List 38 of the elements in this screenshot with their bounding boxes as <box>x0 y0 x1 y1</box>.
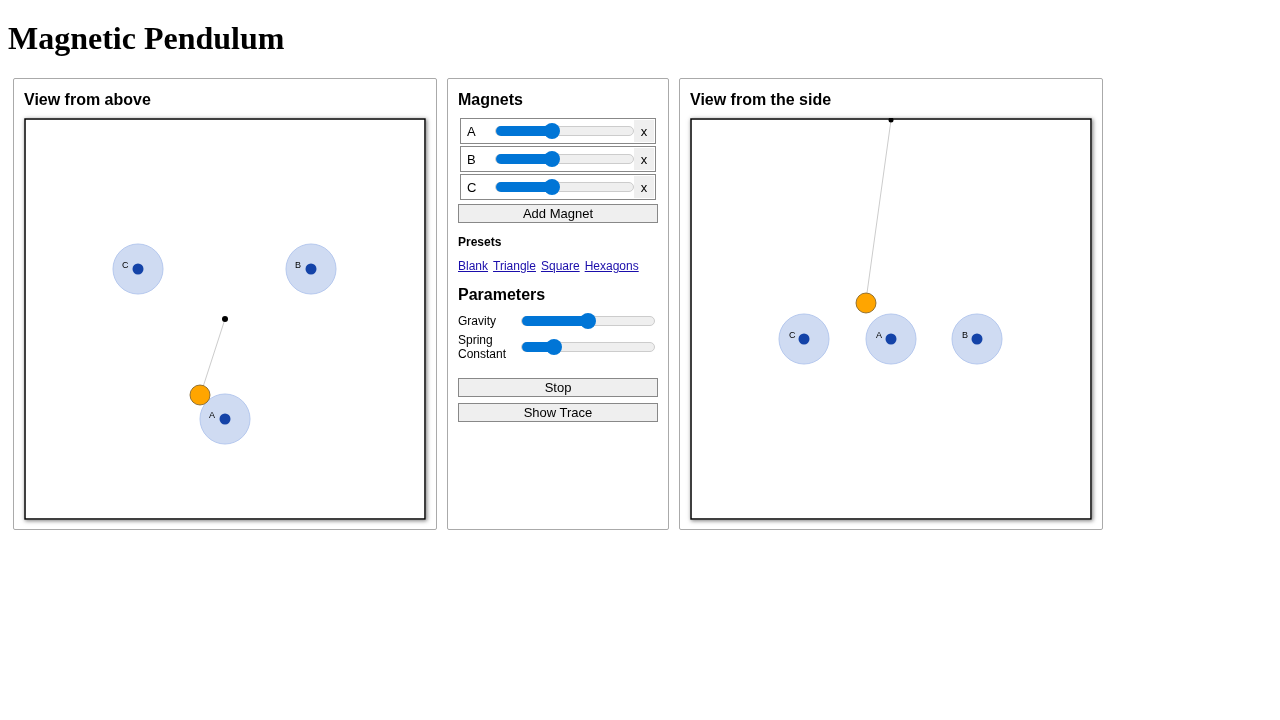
strength-slider[interactable] <box>494 154 635 164</box>
section-title: Parameters <box>458 286 547 304</box>
add-magnet-button[interactable]: Add Magnet <box>458 204 658 223</box>
parameter-slider[interactable] <box>521 316 655 326</box>
remove-button[interactable]: x <box>634 120 654 142</box>
magnet-label: A <box>209 410 215 420</box>
parameter-label: Spring Constant <box>458 333 508 361</box>
remove-button[interactable]: x <box>634 148 654 170</box>
magnet <box>778 313 830 365</box>
magnet-label: B <box>295 260 301 270</box>
magnet-label: A <box>876 330 882 340</box>
panel-title: View from above <box>24 91 152 109</box>
action-button[interactable]: Show Trace <box>458 403 658 422</box>
magnet-name: B <box>467 151 477 167</box>
panel-title: View from the side <box>690 91 833 109</box>
strength-slider[interactable] <box>494 182 635 192</box>
magnet-label: C <box>122 260 129 270</box>
panel-title: Magnets <box>458 91 524 109</box>
magnet <box>112 243 164 295</box>
strength-slider[interactable] <box>494 126 635 136</box>
action-button[interactable]: Stop <box>458 378 658 397</box>
page-title: Magnetic Pendulum <box>8 20 286 57</box>
preset-link[interactable]: Hexagons <box>584 259 639 273</box>
preset-link[interactable]: Blank <box>458 259 489 273</box>
magnet <box>199 393 251 445</box>
magnet-label: B <box>962 330 968 340</box>
parameter-label: Gravity <box>458 314 497 328</box>
magnet-name: C <box>467 179 478 195</box>
preset-link[interactable]: Square <box>540 259 580 273</box>
magnet <box>285 243 337 295</box>
magnet-label: C <box>789 330 796 340</box>
magnet-name: A <box>467 123 477 139</box>
preset-link[interactable]: Triangle <box>493 259 536 273</box>
remove-button[interactable]: x <box>634 176 654 198</box>
parameter-slider[interactable] <box>521 342 655 352</box>
magnet <box>951 313 1003 365</box>
magnet <box>865 313 917 365</box>
section-title: Presets <box>458 235 503 249</box>
